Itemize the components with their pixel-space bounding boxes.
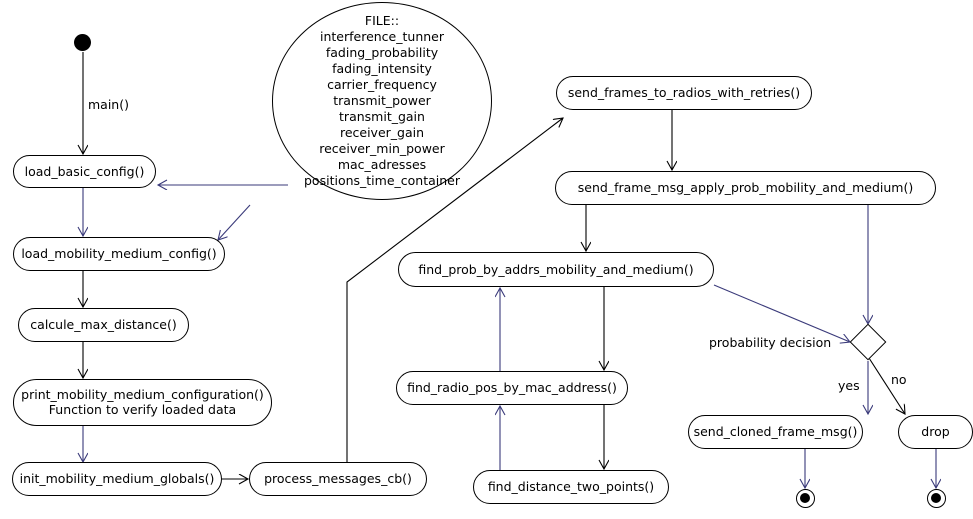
activity-find-radio-pos-by-mac-address[interactable]: find_radio_pos_by_mac_address() <box>396 371 628 405</box>
activity-drop[interactable]: drop <box>898 415 973 449</box>
activity-diagram-canvas: main() FILE:: interference_tunner fading… <box>0 0 973 519</box>
activity-send-cloned-frame-msg[interactable]: send_cloned_frame_msg() <box>688 415 863 449</box>
note-text: FILE:: interference_tunner fading_probab… <box>304 13 460 188</box>
activity-send-frames-to-radios-with-retries[interactable]: send_frames_to_radios_with_retries() <box>556 76 812 110</box>
start-node <box>74 34 91 51</box>
activity-init-mobility-medium-globals[interactable]: init_mobility_medium_globals() <box>12 462 222 496</box>
edge-label-probability-decision: probability decision <box>709 335 832 350</box>
final-node-send-cloned <box>796 489 815 508</box>
edge-label-main: main() <box>88 97 129 112</box>
edge-label-no: no <box>891 372 907 387</box>
activity-process-messages-cb[interactable]: process_messages_cb() <box>249 462 427 496</box>
activity-find-prob-by-addrs-mobility-and-medium[interactable]: find_prob_by_addrs_mobility_and_medium() <box>398 252 714 287</box>
decision-diamond-probability[interactable] <box>849 323 887 361</box>
activity-print-mobility-medium-configuration[interactable]: print_mobility_medium_configuration() Fu… <box>13 379 272 426</box>
activity-calcule-max-distance[interactable]: calcule_max_distance() <box>18 308 189 342</box>
activity-load-mobility-medium-config[interactable]: load_mobility_medium_config() <box>13 237 225 271</box>
edge-label-yes: yes <box>838 378 860 393</box>
note-file-parameters: FILE:: interference_tunner fading_probab… <box>272 2 492 200</box>
activity-load-basic-config[interactable]: load_basic_config() <box>13 155 156 188</box>
activity-send-frame-msg-apply-prob-mobility-and-medium[interactable]: send_frame_msg_apply_prob_mobility_and_m… <box>555 171 936 205</box>
activity-find-distance-two-points[interactable]: find_distance_two_points() <box>473 470 669 504</box>
final-node-drop <box>927 489 946 508</box>
